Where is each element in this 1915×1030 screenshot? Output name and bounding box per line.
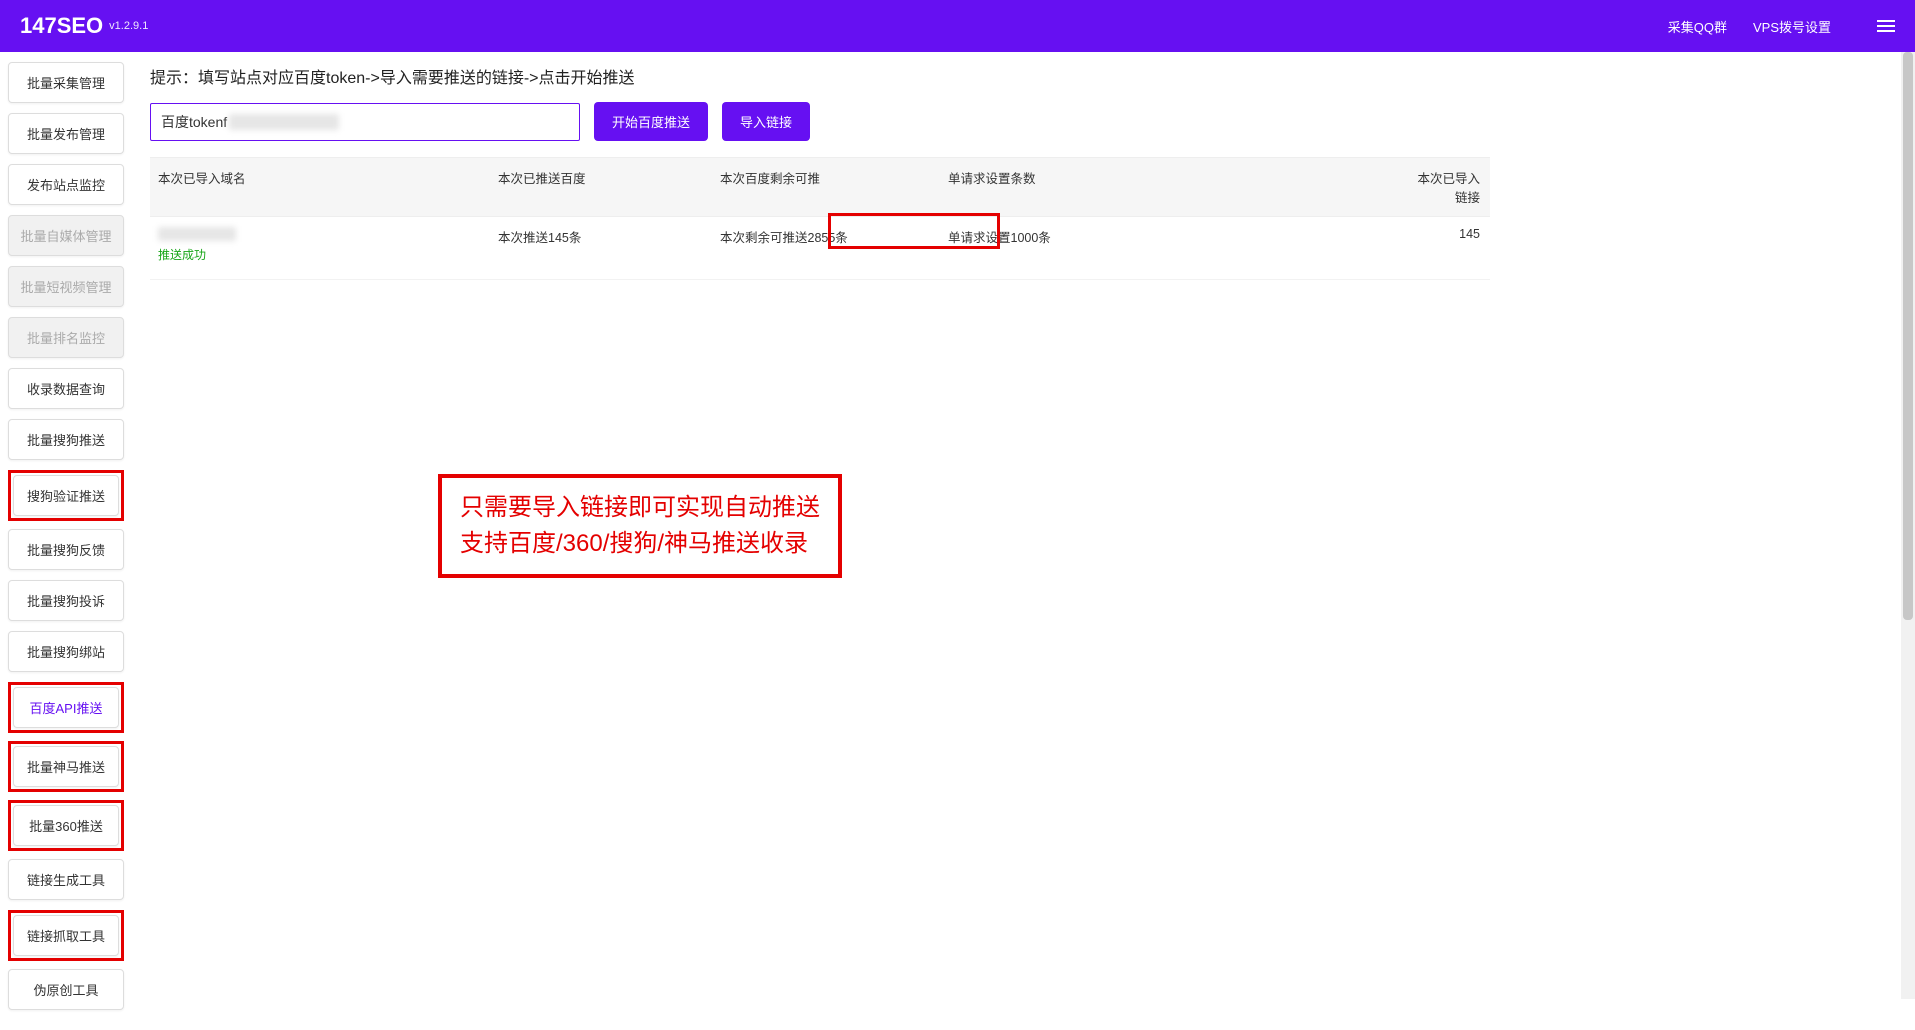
cell-per-request: 单请求设置1000条 (940, 217, 1398, 262)
sidebar-item-index-query[interactable]: 收录数据查询 (8, 368, 124, 409)
sidebar-item-site-monitor[interactable]: 发布站点监控 (8, 164, 124, 205)
app-version: v1.2.9.1 (109, 20, 148, 32)
hamburger-icon[interactable] (1877, 17, 1895, 36)
baidu-token-input[interactable]: 百度tokenf (150, 103, 580, 141)
highlight-box: 批量神马推送 (8, 741, 124, 792)
app-header: 147SEO v1.2.9.1 采集QQ群 VPS拨号设置 (0, 0, 1915, 52)
header-right-links: 采集QQ群 VPS拨号设置 (1668, 17, 1895, 36)
annotation-line-2: 支持百度/360/搜狗/神马推送收录 (460, 526, 820, 562)
sidebar-scrollbar[interactable] (1901, 52, 1915, 999)
link-qq-group[interactable]: 采集QQ群 (1668, 17, 1727, 36)
sidebar: 批量采集管理 批量发布管理 发布站点监控 批量自媒体管理 批量短视频管理 批量排… (0, 52, 132, 1030)
sidebar-item-sogou-verify-push[interactable]: 搜狗验证推送 (13, 475, 119, 516)
cell-remaining: 本次剩余可推送2855条 (712, 217, 940, 262)
table-header: 本次已导入域名 本次已推送百度 本次百度剩余可推 单请求设置条数 本次已导入链接 (150, 157, 1490, 217)
sidebar-item-shenma-push[interactable]: 批量神马推送 (13, 746, 119, 787)
cell-imported: 145 (1398, 217, 1488, 257)
th-imported: 本次已导入链接 (1398, 158, 1488, 216)
annotation-line-1: 只需要导入链接即可实现自动推送 (460, 490, 820, 526)
annotation-overlay: 只需要导入链接即可实现自动推送 支持百度/360/搜狗/神马推送收录 (438, 474, 842, 578)
th-per-request: 单请求设置条数 (940, 158, 1398, 216)
sidebar-item-link-generator[interactable]: 链接生成工具 (8, 859, 124, 900)
th-remaining: 本次百度剩余可推 (712, 158, 940, 216)
sidebar-item-sogou-feedback[interactable]: 批量搜狗反馈 (8, 529, 124, 570)
highlight-box: 搜狗验证推送 (8, 470, 124, 521)
app-title: 147SEO (20, 13, 103, 39)
th-domain: 本次已导入域名 (150, 158, 490, 216)
sidebar-item-selfmedia-manage: 批量自媒体管理 (8, 215, 124, 256)
sidebar-item-sogou-push[interactable]: 批量搜狗推送 (8, 419, 124, 460)
highlight-box: 批量360推送 (8, 800, 124, 851)
highlight-box: 百度API推送 (8, 682, 124, 733)
input-row: 百度tokenf 开始百度推送 导入链接 (150, 102, 1915, 141)
push-table: 本次已导入域名 本次已推送百度 本次百度剩余可推 单请求设置条数 本次已导入链接… (150, 157, 1490, 280)
main-content: 提示：填写站点对应百度token->导入需要推送的链接->点击开始推送 百度to… (132, 52, 1915, 1030)
import-links-button[interactable]: 导入链接 (722, 102, 810, 141)
hint-text: 提示：填写站点对应百度token->导入需要推送的链接->点击开始推送 (150, 64, 1915, 88)
cell-domain: 推送成功 (150, 217, 490, 279)
token-redacted (229, 114, 339, 130)
sidebar-item-rank-monitor: 批量排名监控 (8, 317, 124, 358)
table-row: 推送成功 本次推送145条 本次剩余可推送2855条 单请求设置1000条 14… (150, 217, 1490, 280)
sidebar-item-link-crawler[interactable]: 链接抓取工具 (13, 915, 119, 956)
sidebar-item-sogou-complaint[interactable]: 批量搜狗投诉 (8, 580, 124, 621)
sidebar-item-publish-manage[interactable]: 批量发布管理 (8, 113, 124, 154)
cell-pushed: 本次推送145条 (490, 217, 712, 262)
sidebar-item-pseudo-original[interactable]: 伪原创工具 (8, 969, 124, 1010)
domain-redacted (158, 227, 236, 241)
sidebar-item-baidu-api-push[interactable]: 百度API推送 (13, 687, 119, 728)
token-prefix-text: 百度tokenf (161, 112, 227, 132)
sidebar-item-shortvideo-manage: 批量短视频管理 (8, 266, 124, 307)
th-pushed: 本次已推送百度 (490, 158, 712, 216)
sidebar-item-sogou-bindsite[interactable]: 批量搜狗绑站 (8, 631, 124, 672)
highlight-box: 链接抓取工具 (8, 910, 124, 961)
sidebar-item-360-push[interactable]: 批量360推送 (13, 805, 119, 846)
push-success-text: 推送成功 (158, 246, 482, 263)
sidebar-item-collect-manage[interactable]: 批量采集管理 (8, 62, 124, 103)
scrollbar-thumb[interactable] (1903, 52, 1913, 620)
start-baidu-push-button[interactable]: 开始百度推送 (594, 102, 708, 141)
link-vps-settings[interactable]: VPS拨号设置 (1753, 17, 1831, 36)
